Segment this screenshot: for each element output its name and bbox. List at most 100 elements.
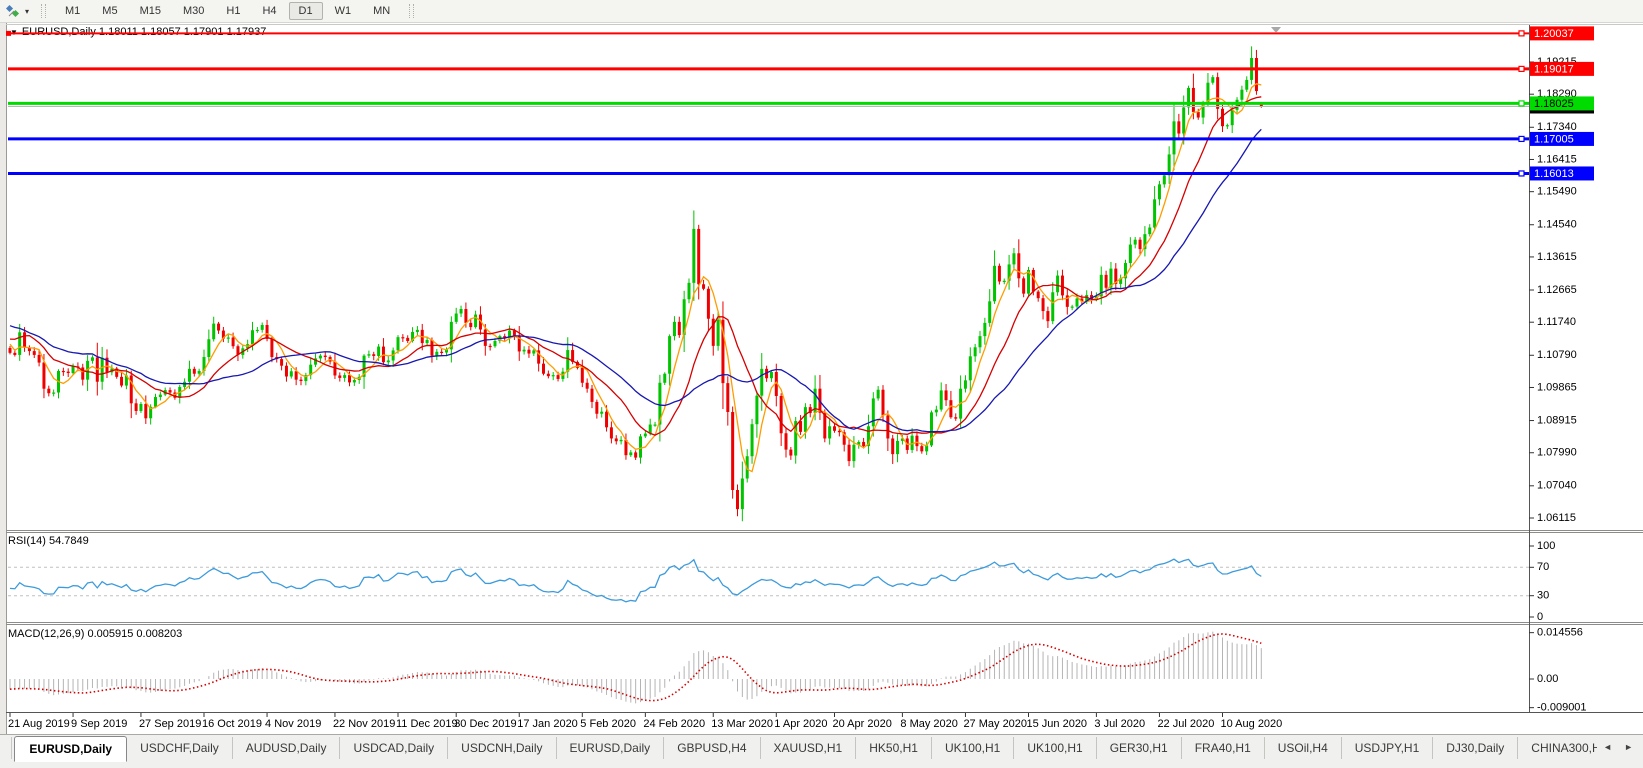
tab-usdcnh-daily-4[interactable]: USDCNH,Daily — [447, 737, 555, 759]
candle-body — [217, 324, 220, 331]
tab-audusd-daily-2[interactable]: AUDUSD,Daily — [232, 737, 340, 759]
candle-body — [983, 323, 986, 336]
candle-body — [988, 301, 991, 323]
candle-body — [1027, 270, 1030, 294]
candle-body — [542, 364, 545, 374]
candle-body — [852, 445, 855, 461]
candle-body — [974, 347, 977, 356]
timeframe-button-h4[interactable]: H4 — [252, 2, 286, 20]
tab-usdcad-daily-3[interactable]: USDCAD,Daily — [339, 737, 447, 759]
tab-eurusd-daily-5[interactable]: EURUSD,Daily — [556, 737, 664, 759]
timeframe-button-mn[interactable]: MN — [363, 2, 400, 20]
candle-body — [1114, 269, 1117, 284]
candle-body — [348, 375, 351, 382]
candle-body — [169, 390, 172, 392]
tab-fra40-h1-12[interactable]: FRA40,H1 — [1181, 737, 1264, 759]
candle-body — [746, 456, 749, 478]
candle-body — [1003, 281, 1006, 282]
candle-body — [775, 372, 778, 396]
candle-body — [47, 389, 50, 394]
timeframe-button-m30[interactable]: M30 — [173, 2, 214, 20]
tab-xauusd-h1-7[interactable]: XAUUSD,H1 — [760, 737, 856, 759]
rsi-tick-label: 100 — [1537, 540, 1555, 552]
candle-body — [915, 436, 918, 446]
candle-body — [42, 363, 45, 389]
candle-body — [353, 380, 356, 382]
candle-body — [629, 452, 632, 455]
level-line-handle[interactable] — [1519, 171, 1524, 176]
candle-body — [581, 368, 584, 383]
x-axis-date-label: 8 May 2020 — [900, 718, 957, 730]
candle-body — [1240, 90, 1243, 100]
price-level-badge — [1530, 166, 1594, 180]
candle-body — [52, 393, 55, 394]
candle-body — [1042, 298, 1045, 311]
tab-uk100-h1-10[interactable]: UK100,H1 — [1013, 737, 1095, 759]
candle-body — [300, 380, 303, 381]
tab-scroll-controls: ◄ ► — [1597, 739, 1643, 755]
candle-body — [23, 332, 26, 347]
chart-title-text: EURUSD,Daily 1.18011 1.18057 1.17901 1.1… — [22, 26, 266, 38]
tab-china300-h1-16[interactable]: CHINA300,H1 — [1517, 737, 1597, 759]
x-axis-date-label: 16 Oct 2019 — [202, 718, 262, 730]
tab-dj30-daily-15[interactable]: DJ30,Daily — [1432, 737, 1517, 759]
timeframe-button-m5[interactable]: M5 — [92, 2, 127, 20]
chart-menu-arrow-icon[interactable]: ▼ — [10, 28, 18, 37]
candle-body — [358, 377, 361, 380]
tab-ger30-h1-11[interactable]: GER30,H1 — [1096, 737, 1181, 759]
candle-body — [290, 371, 293, 376]
rsi-tick-label: 30 — [1537, 590, 1549, 602]
candle-body — [848, 445, 851, 461]
tab-scroll-right-icon[interactable]: ► — [1618, 739, 1639, 755]
y-tick-label: 1.06115 — [1537, 512, 1576, 524]
timeframe-button-d1[interactable]: D1 — [289, 2, 323, 20]
chart-shift-marker[interactable] — [1271, 27, 1281, 33]
candle-body — [406, 338, 409, 341]
timeframe-button-m1[interactable]: M1 — [55, 2, 90, 20]
candle-body — [125, 375, 128, 385]
tab-uk100-h1-9[interactable]: UK100,H1 — [931, 737, 1013, 759]
tab-usdchf-daily-1[interactable]: USDCHF,Daily — [127, 737, 232, 759]
candle-body — [430, 340, 433, 356]
candle-body — [891, 438, 894, 454]
level-line-handle[interactable] — [1519, 136, 1524, 141]
tab-scroll-left-icon[interactable]: ◄ — [1597, 739, 1618, 755]
tab-eurusd-daily-0[interactable]: EURUSD,Daily — [14, 736, 127, 762]
candle-body — [1231, 110, 1234, 125]
candle-body — [154, 397, 157, 407]
candle-body — [1216, 77, 1219, 109]
tab-hk50-h1-8[interactable]: HK50,H1 — [855, 737, 931, 759]
tab-usdjpy-h1-14[interactable]: USDJPY,H1 — [1341, 737, 1432, 759]
timeframe-button-w1[interactable]: W1 — [325, 2, 362, 20]
ma-slow-blue — [10, 129, 1261, 431]
price-level-badge-label: 1.19017 — [1534, 63, 1574, 75]
timeframe-button-m15[interactable]: M15 — [130, 2, 171, 20]
candle-body — [397, 337, 400, 350]
x-axis-date-label: 5 Feb 2020 — [580, 718, 636, 730]
candle-body — [38, 355, 41, 363]
candle-body — [1071, 307, 1074, 308]
candle-body — [945, 390, 948, 400]
price-level-badge-label: 1.20037 — [1534, 28, 1574, 40]
candle-body — [193, 369, 196, 374]
tab-gbpusd-h4-6[interactable]: GBPUSD,H4 — [663, 737, 759, 759]
price-chart-canvas[interactable]: 1.192151.182901.173401.164151.154901.145… — [0, 22, 1643, 735]
tab-usoil-h4-13[interactable]: USOil,H4 — [1264, 737, 1341, 759]
candle-body — [411, 332, 414, 341]
candle-body — [741, 479, 744, 510]
level-line-handle[interactable] — [1519, 31, 1524, 36]
candle-body — [1134, 240, 1137, 245]
price-level-badge — [1530, 132, 1594, 146]
candle-body — [1255, 58, 1258, 91]
chart-mode-dropdown[interactable]: ▾ — [0, 4, 33, 18]
level-line-handle[interactable] — [1519, 66, 1524, 71]
candle-body — [717, 320, 720, 346]
candle-body — [1158, 184, 1161, 199]
candle-body — [324, 356, 327, 357]
candle-body — [266, 325, 269, 339]
candle-body — [382, 347, 385, 363]
x-axis-date-label: 11 Dec 2019 — [396, 718, 458, 730]
level-line-handle[interactable] — [1519, 101, 1524, 106]
timeframe-button-h1[interactable]: H1 — [216, 2, 250, 20]
candle-body — [1046, 311, 1049, 321]
